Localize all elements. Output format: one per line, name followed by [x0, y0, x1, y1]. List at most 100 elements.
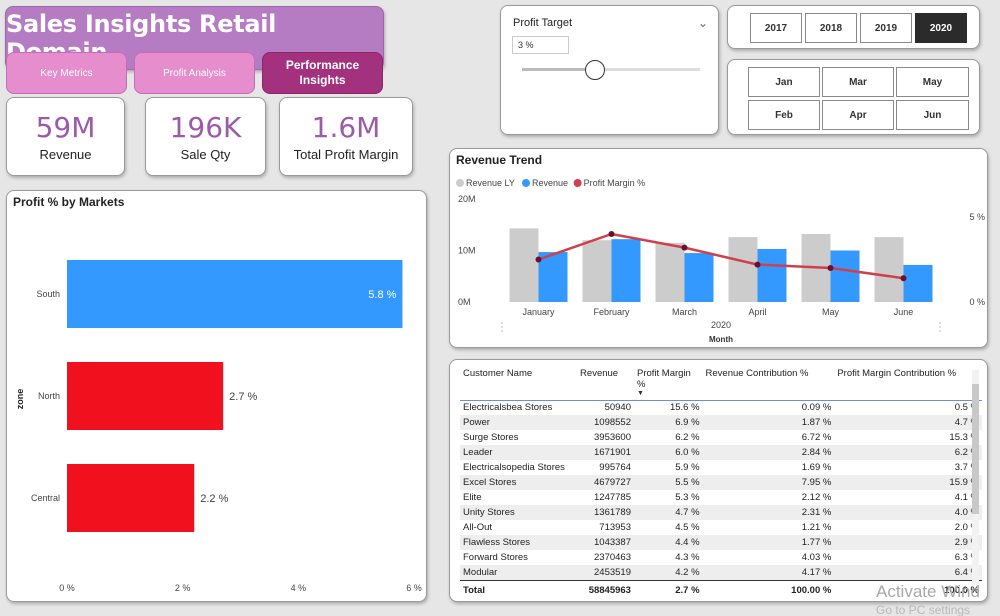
profit-by-markets-chart: Profit % by Markets South 5.8 % North 2.7 %… [6, 190, 427, 602]
table-row[interactable]: Modular 2453519 4.2 % 4.17 % 6.4 % [460, 565, 982, 580]
table-scrollbar[interactable] [972, 370, 979, 585]
category-label: North [38, 391, 60, 401]
table-row[interactable]: All-Out 713953 4.5 % 1.21 % 2.0 % [460, 520, 982, 535]
profit-margin-cell: 4.4 % [633, 535, 703, 550]
month-button-jan[interactable]: Jan [748, 67, 820, 97]
profit-margin-contribution-cell: 6.2 % [834, 445, 982, 460]
profit-margin-contribution-cell: 15.3 % [949, 432, 979, 443]
column-header-revenue-contribution[interactable]: Revenue Contribution % [702, 368, 835, 401]
nav-key-metrics-button[interactable]: Key Metrics [6, 52, 127, 94]
column-header-profit-margin-contribution[interactable]: Profit Margin Contribution % [834, 368, 982, 401]
revenue-contribution-cell: 1.87 % [702, 415, 835, 430]
year-button-2018[interactable]: 2018 [805, 13, 857, 43]
x-tick-label: January [522, 307, 555, 317]
year-button-2019[interactable]: 2019 [860, 13, 912, 43]
data-label: 5.8 % [368, 289, 396, 301]
profit-margin-point [535, 256, 542, 263]
column-header-revenue[interactable]: Revenue [577, 368, 634, 401]
table-row[interactable]: Electricalsopedia Stores 995764 5.9 % 1.69 … [460, 460, 982, 475]
profit-margin-cell: 5.3 % [675, 492, 700, 503]
month-button-jun[interactable]: Jun [896, 100, 969, 130]
month-button-feb[interactable]: Feb [748, 100, 820, 130]
customer-name-cell: Electricalsbea Stores [463, 402, 553, 414]
kpi-value: 59M [35, 111, 96, 144]
table-row[interactable]: Excel Stores 4679727 5.5 % 7.95 % 15.9 % [460, 475, 982, 490]
table-row[interactable]: Unity Stores 1361789 4.7 % 2.31 % 4.0 % [460, 505, 982, 520]
customer-name-cell: Electricalsopedia Stores [463, 462, 565, 473]
bar-north [67, 362, 224, 430]
chevron-down-icon[interactable]: ⌄ [698, 16, 708, 30]
revenue-contribution-cell: 4.17 % [702, 565, 835, 580]
year-button-2020[interactable]: 2020 [915, 13, 967, 43]
customer-name-cell: Power [460, 415, 578, 430]
profit-margin-point [608, 231, 615, 237]
revenue-contribution-cell: 4.03 % [801, 552, 832, 563]
revenue-contribution-cell: 2.31 % [702, 505, 835, 520]
month-button-apr[interactable]: Apr [822, 100, 894, 130]
column-header-label: Profit Margin % [636, 368, 691, 390]
profit-margin-cell: 4.7 % [633, 505, 703, 520]
revenue-contribution-cell: 7.95 % [702, 475, 835, 490]
revenue-trend-plot: Revenue LY Revenue Profit Margin % 20M 10M 0M… [456, 178, 985, 344]
nav-label: Profit Analysis [163, 67, 226, 79]
y-tick-label: 0M [458, 297, 471, 307]
profit-margin-point [900, 275, 907, 282]
legend-marker [573, 179, 582, 187]
customer-name-cell: Modular [460, 565, 578, 580]
customer-name-cell: All-Out [463, 522, 493, 533]
revenue-cell: 4679727 [577, 475, 634, 490]
revenue-contribution-cell: 1.69 % [801, 462, 832, 473]
data-label: 2.2 % [200, 493, 228, 505]
table-row[interactable]: Forward Stores 2370463 4.3 % 4.03 % 6.3 % [460, 550, 982, 565]
revenue-cell: 2453519 [577, 565, 634, 580]
profit-by-markets-plot: South 5.8 % North 2.7 % Central 2.2 % 0 % 2 % 4 … [15, 260, 422, 593]
table-row[interactable]: Surge Stores 3953600 6.2 % 6.72 % 15.3 % [460, 430, 982, 445]
profit-target-slider-handle[interactable] [584, 60, 605, 80]
month-button-may[interactable]: May [896, 67, 969, 97]
year-button-2017[interactable]: 2017 [750, 13, 802, 43]
sort-descending-icon: ▼ [636, 390, 644, 397]
customer-table-card: Customer Name Revenue Profit Margin % ▼ … [449, 359, 988, 602]
profit-margin-contribution-cell: 15.9 % [834, 475, 982, 490]
revenue-cell: 2370463 [594, 552, 631, 563]
profit-target-input[interactable]: 3 % [512, 36, 569, 54]
column-header-customer-name[interactable]: Customer Name [460, 368, 578, 401]
bar-revenue [684, 253, 714, 302]
bar-revenue [830, 250, 860, 302]
kpi-label: Revenue [39, 147, 92, 162]
column-header-profit-margin[interactable]: Profit Margin % ▼ [633, 368, 703, 401]
customer-name-cell: Leader [460, 445, 578, 460]
customer-name-cell: Surge Stores [463, 432, 519, 443]
scrollbar-thumb[interactable] [972, 384, 979, 514]
bar-revenue [757, 248, 787, 302]
nav-performance-insights-button[interactable]: Performance Insights [262, 52, 383, 94]
nav-profit-analysis-button[interactable]: Profit Analysis [134, 52, 255, 94]
customer-name-cell: Unity Stores [460, 505, 578, 520]
bar-revenue [611, 239, 641, 302]
revenue-contribution-cell: 2.84 % [702, 445, 835, 460]
customer-table: Customer Name Revenue Profit Margin % ▼ … [460, 368, 982, 598]
legend-marker [456, 179, 464, 187]
nav-label: Performance Insights [285, 58, 360, 87]
revenue-cell: 50940 [604, 402, 631, 414]
profit-margin-cell: 4.5 % [675, 522, 700, 533]
bar-revenue [903, 264, 933, 302]
bar-revenue-ly [509, 228, 539, 302]
table-row[interactable]: Power 1098552 6.9 % 1.87 % 4.7 % [460, 415, 982, 430]
kpi-value: 196K [169, 111, 242, 144]
table-row[interactable]: Flawless Stores 1043387 4.4 % 1.77 % 2.9 % [460, 535, 982, 550]
profit-margin-cell: 4.2 % [633, 565, 703, 580]
revenue-cell: 3953600 [594, 432, 631, 443]
legend-item: Revenue [532, 178, 568, 188]
category-label: South [36, 289, 60, 299]
kpi-card-revenue: 59M Revenue [6, 97, 125, 176]
table-row[interactable]: Electricalsbea Stores 50940 15.6 % 0.09 % 0.… [460, 400, 982, 415]
month-slicer: Jan Mar May Feb Apr Jun [727, 59, 980, 135]
table-row[interactable]: Leader 1671901 6.0 % 2.84 % 6.2 % [460, 445, 982, 460]
profit-target-slider-track[interactable] [522, 68, 700, 71]
revenue-cell: 995764 [599, 462, 631, 473]
x-tick-label: 2 % [175, 583, 191, 593]
table-row[interactable]: Elite 1247785 5.3 % 2.12 % 4.1 % [460, 490, 982, 505]
month-button-mar[interactable]: Mar [822, 67, 894, 97]
profit-margin-cell: 15.6 % [669, 402, 700, 414]
